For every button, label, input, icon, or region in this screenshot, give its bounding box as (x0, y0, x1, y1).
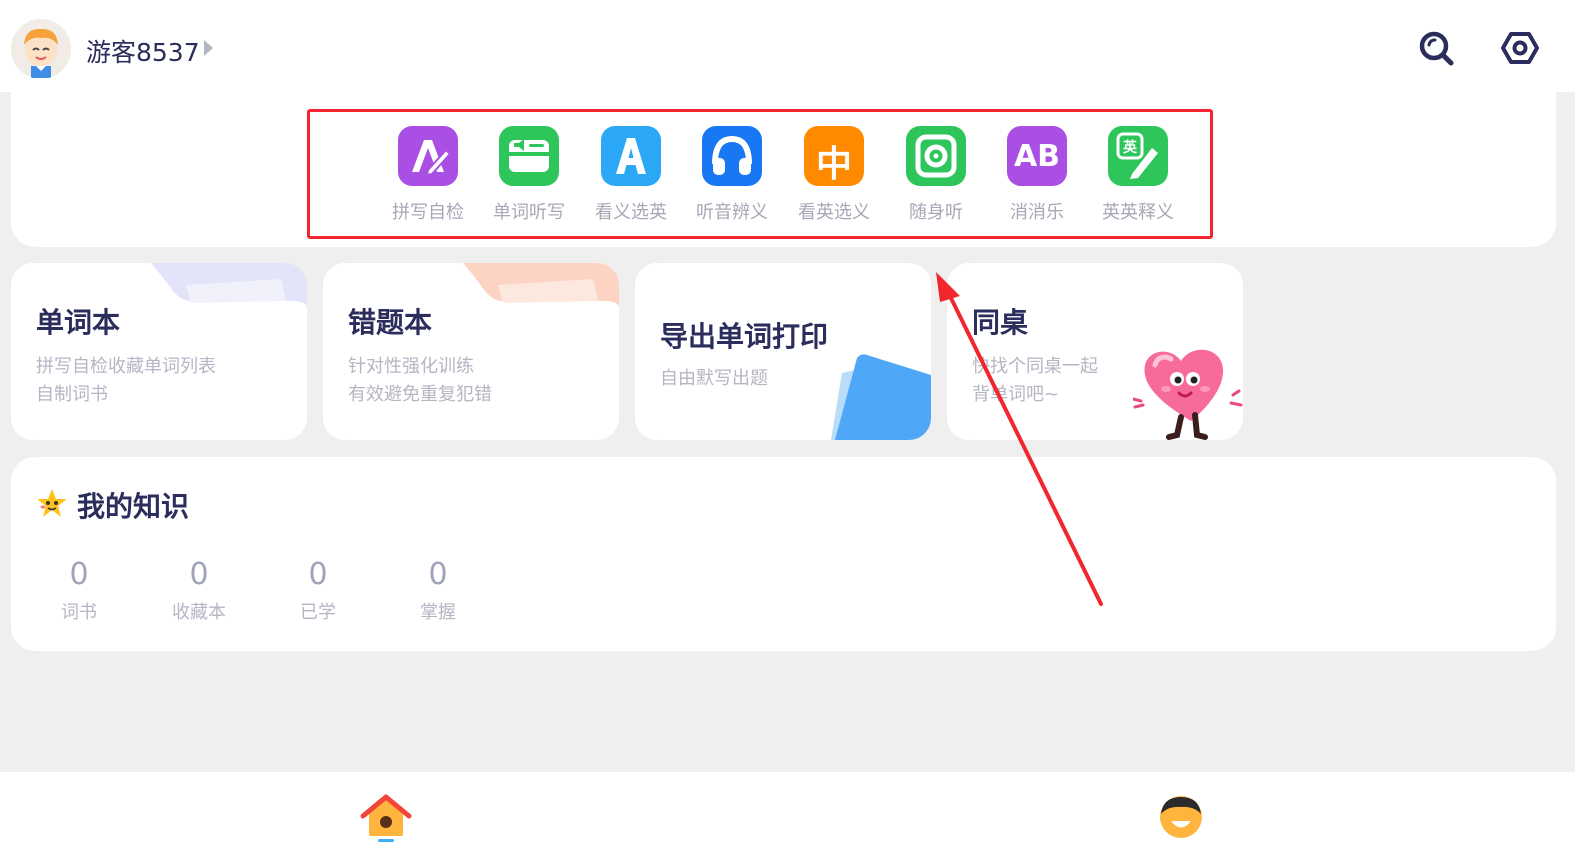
chinese-char-icon: 中 (804, 126, 864, 186)
username[interactable]: 游客8537 (86, 33, 200, 69)
feature-label: 随身听 (909, 202, 963, 223)
stat-label: 已学 (300, 602, 336, 623)
feature-label: 看英选义 (798, 202, 870, 223)
feature-label: 英英释义 (1102, 202, 1174, 223)
feature-english-definition[interactable]: 英 英英释义 (1088, 126, 1188, 224)
stat-wordbooks[interactable]: 0 词书 (34, 557, 124, 624)
stat-value: 0 (189, 557, 209, 592)
my-knowledge-card: 我的知识 0 词书 0 收藏本 0 已学 0 掌握 (11, 457, 1556, 651)
home-icon[interactable] (360, 792, 412, 842)
mistake-book-decoration (463, 263, 619, 308)
stat-value: 0 (308, 557, 328, 592)
english-definition-icon: 英 (1108, 126, 1168, 186)
feature-listen-meaning[interactable]: 听音辨义 (682, 126, 782, 224)
tile-mistake-book[interactable]: 错题本 针对性强化训练 有效避免重复犯错 (323, 263, 619, 440)
star-face-icon (37, 489, 67, 517)
tile-subtitle: 拼写自检收藏单词列表 自制词书 (36, 353, 216, 409)
tile-line: 快找个同桌一起 (972, 356, 1098, 377)
my-knowledge-title: 我的知识 (77, 490, 190, 523)
tile-line: 背单词吧~ (972, 384, 1060, 405)
headphones-icon (702, 126, 762, 186)
wordbook-decoration (151, 263, 307, 308)
stat-learned[interactable]: 0 已学 (273, 557, 363, 624)
tile-line: 有效避免重复犯错 (348, 384, 492, 405)
feature-label: 单词听写 (493, 202, 565, 223)
tile-wordbook[interactable]: 单词本 拼写自检收藏单词列表 自制词书 (11, 263, 307, 440)
bottom-nav (0, 772, 1575, 858)
stat-favorites[interactable]: 0 收藏本 (154, 557, 244, 624)
feature-word-dictation[interactable]: 单词听写 (479, 126, 579, 224)
stat-label: 掌握 (420, 602, 456, 623)
tile-subtitle: 针对性强化训练 有效避免重复犯错 (348, 353, 492, 409)
tile-title: 同桌 (972, 306, 1029, 339)
feature-portable-listening[interactable]: 随身听 (886, 126, 986, 224)
tile-line: 针对性强化训练 (348, 356, 474, 377)
ab-glyph: AB (1013, 139, 1061, 174)
feature-meaning-to-english[interactable]: 看义选英 (581, 126, 681, 224)
letter-a-icon (601, 126, 661, 186)
user-avatar[interactable] (11, 19, 71, 79)
tile-title: 导出单词打印 (660, 320, 829, 353)
stat-label: 收藏本 (172, 602, 226, 623)
heart-mascot-icon (1133, 349, 1243, 440)
chinese-char-glyph: 中 (815, 144, 852, 185)
tile-subtitle: 快找个同桌一起 背单词吧~ (972, 353, 1098, 409)
chevron-right-icon[interactable] (204, 40, 213, 56)
tile-deskmate[interactable]: 同桌 快找个同桌一起 背单词吧~ (947, 263, 1243, 440)
tile-line: 自由默写出题 (660, 368, 768, 389)
stat-value: 0 (69, 557, 89, 592)
tile-subtitle: 自由默写出题 (660, 365, 768, 393)
feature-label: 拼写自检 (392, 202, 464, 223)
dictation-icon (499, 126, 559, 186)
search-icon[interactable] (1417, 29, 1455, 67)
feature-spelling-check[interactable]: 拼写自检 (378, 126, 478, 224)
stat-label: 词书 (61, 602, 97, 623)
tile-export-print[interactable]: 导出单词打印 自由默写出题 (635, 263, 931, 440)
feature-english-to-meaning[interactable]: 中 看英选义 (784, 126, 884, 224)
tile-title: 错题本 (348, 306, 433, 339)
profile-icon[interactable] (1158, 794, 1204, 840)
tile-line: 拼写自检收藏单词列表 (36, 356, 216, 377)
feature-label: 消消乐 (1010, 202, 1064, 223)
spelling-icon (398, 126, 458, 186)
avatar-boy-icon (24, 28, 58, 79)
tile-title: 单词本 (36, 306, 121, 339)
english-glyph: 英 (1123, 140, 1137, 156)
ab-match-icon: AB (1007, 126, 1067, 186)
stat-mastered[interactable]: 0 掌握 (393, 557, 483, 624)
stat-value: 0 (428, 557, 448, 592)
settings-icon[interactable] (1501, 29, 1539, 67)
feature-label: 看义选英 (595, 202, 667, 223)
speaker-icon (906, 126, 966, 186)
feature-label: 听音辨义 (696, 202, 768, 223)
tile-line: 自制词书 (36, 384, 108, 405)
feature-match-game[interactable]: AB 消消乐 (987, 126, 1087, 224)
